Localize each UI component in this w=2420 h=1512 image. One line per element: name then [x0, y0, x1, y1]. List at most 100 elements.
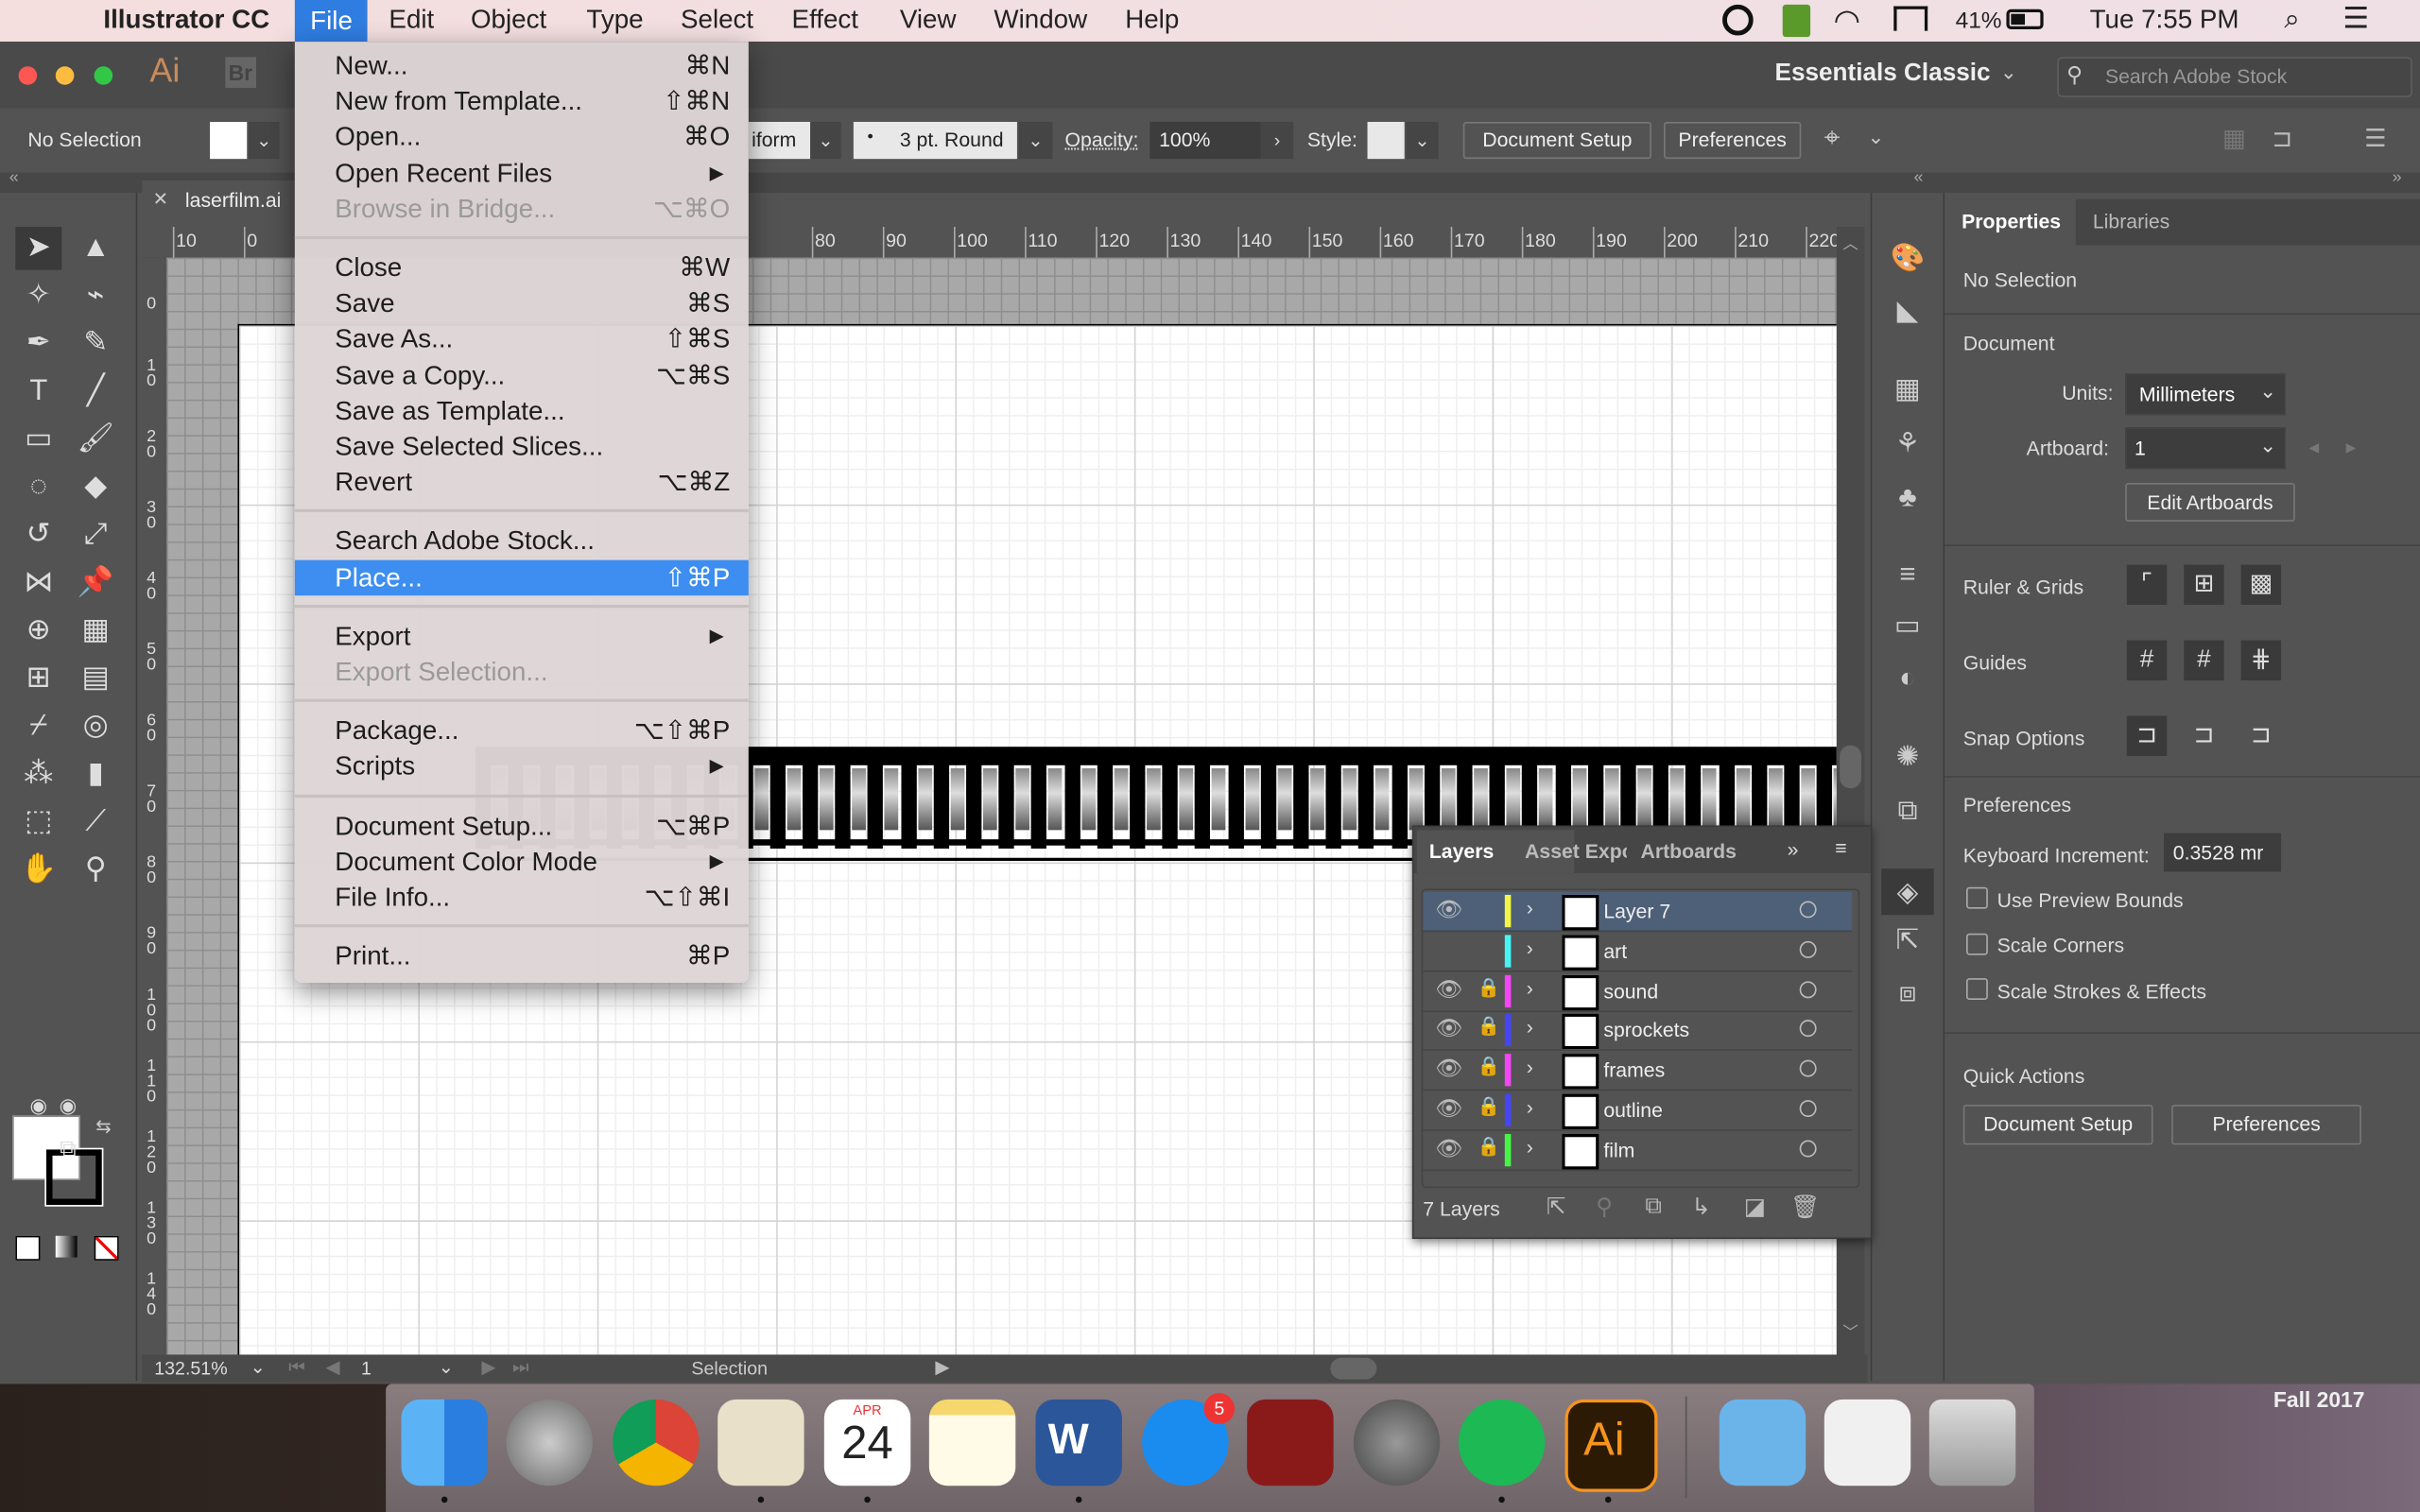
notes-app-icon[interactable]: [928, 1399, 1016, 1486]
menu-item-print[interactable]: Print... ⌘P: [295, 938, 749, 974]
vertical-ruler[interactable]: 0 10 20 30 40 50 60 70 80 90 100 110 120 130 140: [142, 257, 168, 1355]
status-menu-icon[interactable]: ▶: [935, 1356, 949, 1378]
first-artboard-button[interactable]: ⏮: [288, 1356, 305, 1379]
snap-to-glyph-icon[interactable]: ⊐: [2241, 716, 2281, 756]
brushes-icon[interactable]: ⚘: [1889, 424, 1926, 461]
menu-item-document-setup[interactable]: Document Setup... ⌥⌘P: [295, 808, 749, 844]
trash-icon[interactable]: 🗑: [1790, 1193, 1820, 1221]
app-store-app-icon[interactable]: 5: [1142, 1393, 1236, 1486]
expand-chevron-icon[interactable]: ›: [1527, 976, 1533, 999]
zoom-dropdown[interactable]: ⌄: [250, 1356, 265, 1378]
layer-row[interactable]: 👁 🔒 › frames: [1423, 1051, 1853, 1091]
magic-wand-tool-icon[interactable]: ✧: [15, 275, 61, 318]
menu-item-save-selected-slices[interactable]: Save Selected Slices...: [295, 429, 749, 465]
menu-item-save-as[interactable]: Save As... ⇧⌘S: [295, 321, 749, 357]
gradient-icon[interactable]: ◣: [1889, 292, 1926, 329]
symbols-icon[interactable]: ♣: [1889, 478, 1926, 515]
chevron-down-icon[interactable]: ⌄: [2000, 60, 2017, 85]
scale-strokes-checkbox[interactable]: [1966, 978, 1988, 1000]
menu-file[interactable]: File: [294, 0, 369, 43]
lock-guides-icon[interactable]: #: [2184, 640, 2224, 680]
menu-view[interactable]: View: [900, 5, 957, 36]
snap-to-pixel-icon[interactable]: ⊐: [2184, 716, 2223, 756]
workspace-switcher[interactable]: Essentials Classic: [1775, 60, 1991, 88]
column-graph-tool-icon[interactable]: ▮: [73, 753, 119, 797]
clipping-mask-icon[interactable]: ⧉: [1645, 1193, 1662, 1219]
target-icon[interactable]: [1799, 901, 1817, 919]
menu-effect[interactable]: Effect: [792, 5, 858, 36]
shaper-tool-icon[interactable]: ◌: [15, 466, 61, 509]
menu-type[interactable]: Type: [586, 5, 643, 36]
last-artboard-button[interactable]: ⏭: [512, 1356, 529, 1379]
none-mode-button[interactable]: [94, 1235, 119, 1261]
next-artboard-icon[interactable]: ▸: [2346, 435, 2357, 459]
snap-icon[interactable]: ⊐: [2272, 124, 2292, 155]
new-layer-icon[interactable]: ◪: [1744, 1193, 1766, 1221]
mesh-tool-icon[interactable]: ⊞: [15, 658, 61, 701]
tab-libraries[interactable]: Libraries: [2093, 210, 2169, 232]
menu-item-document-color-mode[interactable]: Document Color Mode ▶: [295, 844, 749, 880]
curvature-tool-icon[interactable]: ✎: [73, 322, 119, 366]
menu-item-open[interactable]: Open... ⌘O: [295, 119, 749, 155]
calendar-app-icon[interactable]: APR 24: [823, 1399, 911, 1486]
target-icon[interactable]: [1799, 940, 1817, 958]
gradient-panel-icon[interactable]: ▭: [1889, 607, 1926, 644]
pen-tool-icon[interactable]: ✒: [15, 322, 61, 366]
lock-icon[interactable]: 🔒: [1477, 976, 1499, 998]
eye-icon[interactable]: 👁: [1435, 1056, 1462, 1082]
variable-width-profile[interactable]: iform: [748, 121, 811, 160]
symbol-sprayer-tool-icon[interactable]: ⁂: [15, 753, 61, 797]
layer-row[interactable]: 👁 🔒 › sprockets: [1423, 1011, 1853, 1052]
keyboard-increment-input[interactable]: 0.3528 mr: [2163, 833, 2282, 872]
eraser-tool-icon[interactable]: ◆: [73, 466, 119, 509]
transparency-icon[interactable]: ◐: [1889, 659, 1926, 696]
snap-to-point-icon[interactable]: ⊐: [2126, 715, 2168, 756]
panel-menu-icon[interactable]: ≡: [1835, 836, 1846, 859]
menu-item-package[interactable]: Package... ⌥⇧⌘P: [295, 713, 749, 749]
eyedropper-tool-icon[interactable]: ⌿: [15, 705, 61, 748]
artboard-tool-icon[interactable]: ⬚: [15, 800, 61, 844]
layer-row[interactable]: 👁 › Layer 7: [1423, 891, 1853, 933]
menu-help[interactable]: Help: [1125, 5, 1179, 36]
previous-artboard-button[interactable]: ◀: [325, 1356, 339, 1378]
target-icon[interactable]: [1799, 1100, 1817, 1118]
slice-tool-icon[interactable]: ⟋: [73, 800, 119, 844]
artboards-icon[interactable]: ⧈: [1889, 973, 1926, 1010]
menu-object[interactable]: Object: [471, 5, 546, 36]
menu-select[interactable]: Select: [681, 5, 753, 36]
tab-layers[interactable]: Layers: [1429, 839, 1494, 862]
preferences-button[interactable]: Preferences: [1663, 121, 1802, 160]
paintbrush-tool-icon[interactable]: 🖌: [73, 418, 119, 461]
color-icon[interactable]: ✺: [1889, 737, 1926, 774]
opacity-expand-button[interactable]: ›: [1260, 121, 1294, 160]
profile-dropdown[interactable]: ⌄: [810, 121, 841, 160]
artboard-dropdown[interactable]: 1 ⌄: [2125, 427, 2286, 470]
airplay-icon[interactable]: [1893, 6, 1928, 31]
downloads-app-icon[interactable]: [1719, 1399, 1806, 1486]
fill-dropdown[interactable]: ⌄: [248, 121, 280, 160]
grid-icon[interactable]: ⊞: [2184, 564, 2224, 605]
desktop-volume-label[interactable]: Fall 2017: [2273, 1387, 2365, 1412]
trash-app-icon[interactable]: [1928, 1399, 2016, 1486]
menu-item-new-from-template[interactable]: New from Template... ⇧⌘N: [295, 83, 749, 119]
launchpad-app-icon[interactable]: [506, 1399, 593, 1486]
scale-tool-icon[interactable]: ⤢: [73, 514, 119, 558]
collapse-icon[interactable]: «: [9, 168, 19, 187]
stroke-icon[interactable]: ≡: [1889, 556, 1926, 593]
mail-app-icon[interactable]: [717, 1399, 804, 1486]
target-icon[interactable]: [1799, 1020, 1817, 1038]
word-app-icon[interactable]: W: [1035, 1399, 1122, 1486]
artboard-dropdown[interactable]: ⌄: [439, 1356, 454, 1378]
layer-row[interactable]: 👁 🔒 › film: [1423, 1130, 1853, 1171]
eye-icon[interactable]: 👁: [1435, 1135, 1462, 1161]
hand-tool-icon[interactable]: ✋: [15, 849, 61, 892]
color-mode-button[interactable]: [15, 1235, 41, 1261]
new-sublayer-icon[interactable]: ↳: [1691, 1193, 1711, 1221]
select-similar-icon[interactable]: ⌖: [1824, 122, 1841, 154]
menu-window[interactable]: Window: [994, 5, 1087, 36]
gradient-mode-button[interactable]: [55, 1235, 78, 1258]
puppet-warp-tool-icon[interactable]: 📌: [73, 561, 119, 605]
lock-icon[interactable]: 🔒: [1477, 1056, 1499, 1077]
finder-app-icon[interactable]: [401, 1399, 488, 1486]
menu-item-search-adobe-stock[interactable]: Search Adobe Stock...: [295, 524, 749, 559]
